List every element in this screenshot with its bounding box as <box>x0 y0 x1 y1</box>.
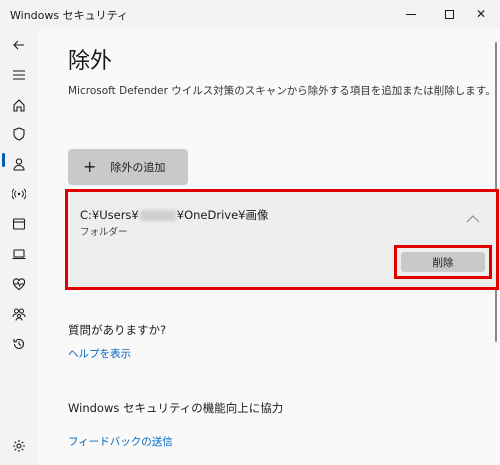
exclusion-path-prefix: C:¥Users¥ <box>80 208 139 222</box>
exclusion-path-suffix: ¥OneDrive¥画像 <box>176 208 269 222</box>
history-icon[interactable] <box>8 333 30 355</box>
app-browser-icon[interactable] <box>8 213 30 235</box>
help-heading: 質問がありますか? <box>68 323 167 337</box>
chevron-up-icon[interactable] <box>466 214 480 224</box>
minimize-button[interactable] <box>392 0 430 28</box>
sidebar-nav <box>0 28 38 465</box>
main-content: 除外 Microsoft Defender ウイルス対策のスキャンから除外する項… <box>38 28 500 465</box>
feedback-link[interactable]: フィードバックの送信 <box>68 434 173 449</box>
title-bar: Windows セキュリティ ✕ <box>0 0 500 28</box>
home-icon[interactable] <box>8 94 30 116</box>
back-arrow-icon[interactable] <box>8 34 30 56</box>
add-exclusion-button[interactable]: + 除外の追加 <box>68 149 188 185</box>
redacted-username <box>139 210 176 221</box>
feedback-heading: Windows セキュリティの機能向上に協力 <box>68 401 284 415</box>
family-icon[interactable] <box>8 303 30 325</box>
remove-button-highlight: 削除 <box>394 245 492 279</box>
shield-icon[interactable] <box>8 123 30 145</box>
network-icon[interactable] <box>8 183 30 205</box>
page-title: 除外 <box>68 49 113 74</box>
page-description: Microsoft Defender ウイルス対策のスキャンから除外する項目を追… <box>68 85 496 97</box>
minimize-icon <box>406 13 416 15</box>
exclusion-path: C:¥Users¥ ¥OneDrive¥画像 <box>80 207 268 223</box>
help-link[interactable]: ヘルプを表示 <box>68 346 131 361</box>
plus-icon: + <box>83 157 97 176</box>
window-title: Windows セキュリティ <box>10 9 128 22</box>
exclusion-item[interactable]: C:¥Users¥ ¥OneDrive¥画像 フォルダー 削除 <box>65 189 499 290</box>
add-exclusion-label: 除外の追加 <box>110 161 166 174</box>
remove-button[interactable]: 削除 <box>401 252 485 272</box>
close-button[interactable]: ✕ <box>462 0 500 28</box>
exclusion-type: フォルダー <box>80 227 128 238</box>
settings-gear-icon[interactable] <box>8 435 30 457</box>
close-icon: ✕ <box>475 7 487 21</box>
device-security-icon[interactable] <box>8 243 30 265</box>
account-icon[interactable] <box>8 153 30 175</box>
hamburger-menu-icon[interactable] <box>8 64 30 86</box>
health-icon[interactable] <box>8 273 30 295</box>
active-indicator <box>2 153 5 167</box>
maximize-icon <box>444 9 454 19</box>
